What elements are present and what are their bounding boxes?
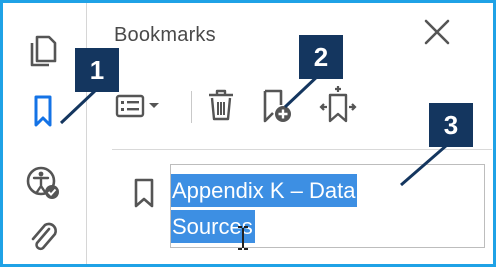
callout-3: 3 xyxy=(429,103,473,147)
callout-leaders xyxy=(59,71,448,187)
callout-1: 1 xyxy=(75,48,119,92)
app-window: Bookmarks Appendix K – Data Sources 1 2 … xyxy=(0,0,496,267)
callout-2: 2 xyxy=(299,35,343,79)
